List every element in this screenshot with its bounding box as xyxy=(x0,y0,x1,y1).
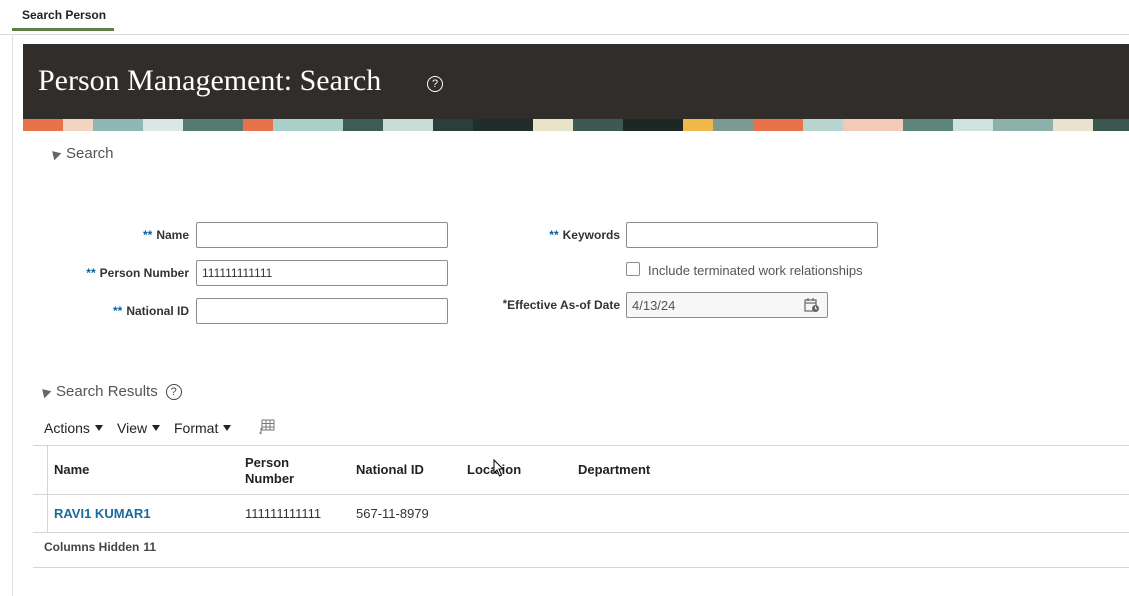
row-bottom-border xyxy=(33,532,1129,533)
required-marker: ** xyxy=(142,228,153,242)
format-menu[interactable]: Format xyxy=(174,420,232,436)
person-number-label: ** Person Number xyxy=(86,266,189,280)
name-label-text: Name xyxy=(156,228,189,242)
collapse-triangle-icon xyxy=(38,385,52,398)
keywords-label: ** Keywords xyxy=(549,228,620,242)
column-header-department[interactable]: Department xyxy=(578,462,650,478)
table-top-border xyxy=(33,445,1129,446)
name-input[interactable] xyxy=(196,222,448,248)
effective-date-input[interactable] xyxy=(626,292,828,318)
search-results-label: Search Results xyxy=(56,383,158,400)
national-id-label: ** National ID xyxy=(113,304,189,318)
actions-menu-label: Actions xyxy=(44,420,90,436)
name-label: ** Name xyxy=(143,228,189,242)
columns-hidden-status: Columns Hidden 11 xyxy=(44,540,156,554)
person-number-cell: 111111111111 xyxy=(245,506,322,521)
tab-search-person[interactable]: Search Person xyxy=(12,0,114,31)
calendar-icon[interactable] xyxy=(804,297,820,313)
decorative-banner xyxy=(23,119,1129,131)
columns-hidden-label: Columns Hidden xyxy=(44,540,140,554)
column-header-person-number-line1: Person xyxy=(245,455,290,470)
page-title: Person Management: Search xyxy=(38,64,382,97)
person-number-input[interactable] xyxy=(196,260,448,286)
freeze-columns-icon[interactable] xyxy=(259,419,275,435)
person-name-link[interactable]: RAVI1 KUMAR1 xyxy=(54,506,151,521)
page-header: Person Management: Search ? xyxy=(23,44,1129,119)
column-header-national-id[interactable]: National ID xyxy=(356,462,424,478)
actions-menu[interactable]: Actions xyxy=(44,420,103,436)
required-marker: ** xyxy=(549,228,559,242)
national-id-input[interactable] xyxy=(196,298,448,324)
keywords-input[interactable] xyxy=(626,222,878,248)
include-terminated-checkbox[interactable] xyxy=(626,262,640,276)
collapse-triangle-icon xyxy=(48,147,62,160)
caret-down-icon xyxy=(152,425,161,431)
search-section-label: Search xyxy=(66,145,114,162)
table-bottom-border xyxy=(33,567,1129,568)
view-menu[interactable]: View xyxy=(117,420,161,436)
columns-hidden-count: 11 xyxy=(143,540,157,554)
help-icon[interactable]: ? xyxy=(165,383,182,400)
mouse-cursor-icon xyxy=(493,459,505,477)
keywords-label-text: Keywords xyxy=(562,228,620,242)
effective-date-label-text: Effective As-of Date xyxy=(507,298,620,312)
required-marker: ** xyxy=(86,266,96,280)
caret-down-icon xyxy=(223,425,232,431)
national-id-label-text: National ID xyxy=(126,304,189,318)
effective-date-label: *Effective As-of Date xyxy=(503,298,620,312)
required-marker: ** xyxy=(112,304,123,318)
left-divider xyxy=(12,34,13,596)
include-terminated-label: Include terminated work relationships xyxy=(648,263,863,278)
search-results-toggle[interactable]: Search Results ? xyxy=(38,383,182,400)
search-section-toggle[interactable]: Search xyxy=(48,145,114,162)
row-selector-divider xyxy=(47,446,48,532)
column-header-person-number-line2: Number xyxy=(245,471,295,486)
caret-down-icon xyxy=(94,425,103,431)
header-bottom-border xyxy=(33,494,1129,495)
tab-bar: Search Person xyxy=(0,0,1129,35)
person-number-label-text: Person Number xyxy=(99,266,189,280)
help-icon[interactable]: ? xyxy=(427,76,443,92)
column-header-person-number[interactable]: Person Number xyxy=(245,455,294,487)
column-header-name[interactable]: Name xyxy=(54,462,89,478)
national-id-cell: 567-11-8979 xyxy=(356,506,429,521)
format-menu-label: Format xyxy=(174,420,219,436)
view-menu-label: View xyxy=(117,420,148,436)
